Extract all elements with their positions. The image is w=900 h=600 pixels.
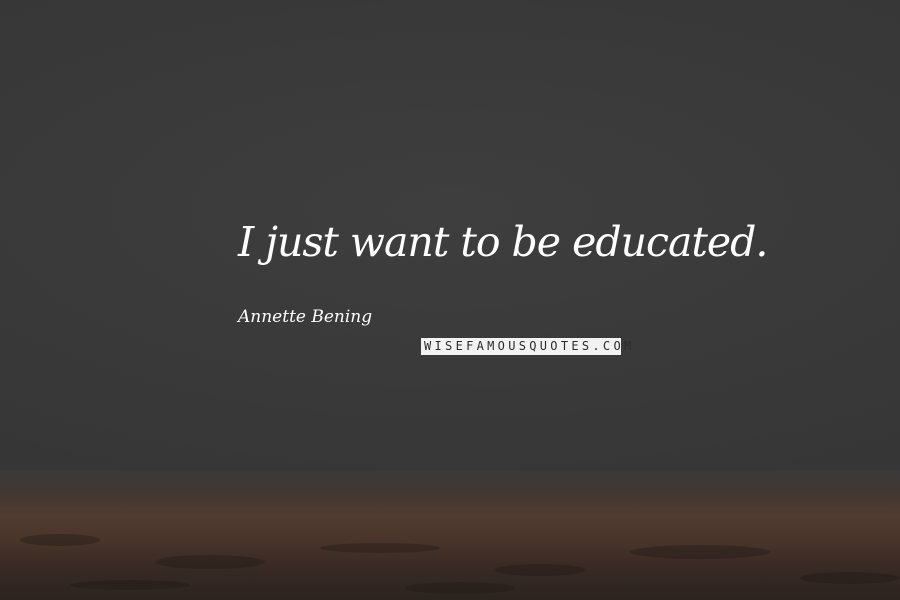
quote-text: I just want to be educated.	[238, 218, 768, 266]
watermark-badge: WISEFAMOUSQUOTES.COM	[421, 338, 635, 355]
quote-author: Annette Bening	[238, 307, 373, 327]
watermark-text: WISEFAMOUSQUOTES.COM	[424, 339, 635, 353]
ground-texture	[20, 534, 900, 594]
